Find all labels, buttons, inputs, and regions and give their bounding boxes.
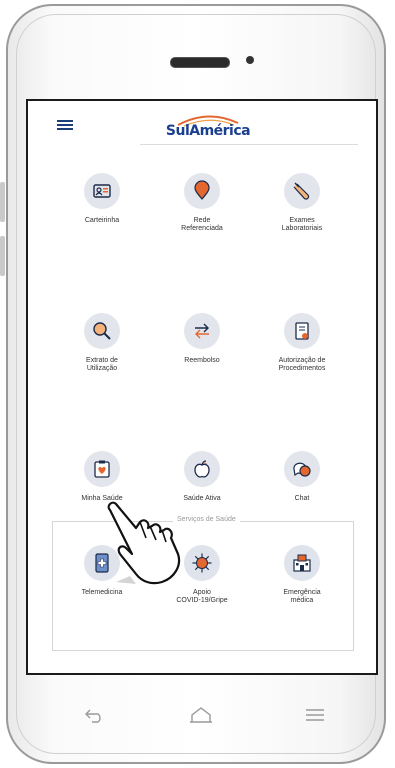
tile-label: Emergência médica — [283, 589, 321, 604]
exchange-arrows-icon — [184, 313, 220, 349]
tile-chat[interactable]: Chat — [252, 451, 352, 503]
tile-extrato-utilizacao[interactable]: Extrato de Utilização — [52, 313, 152, 373]
tile-autorizacao-procedimentos[interactable]: Autorização de Procedimentos — [252, 313, 352, 373]
chat-bubbles-icon — [284, 451, 320, 487]
tile-label: Rede Referenciada — [181, 217, 223, 232]
apple-icon — [184, 451, 220, 487]
tile-carteirinha[interactable]: Carteirinha — [52, 173, 152, 225]
speaker-grille — [170, 57, 230, 68]
test-tube-icon — [284, 173, 320, 209]
hamburger-menu-icon[interactable] — [57, 120, 73, 130]
tile-label: Carteirinha — [84, 217, 120, 224]
brand-logo: SulAmérica — [158, 111, 258, 141]
tile-label: Apoio COVID-19/Gripe — [176, 589, 228, 604]
tile-label: Autorização de Procedimentos — [278, 357, 326, 372]
clipboard-heart-icon — [84, 451, 120, 487]
brand-name: SulAmérica — [165, 123, 251, 139]
back-arrow-icon[interactable] — [84, 706, 106, 724]
hospital-icon — [284, 545, 320, 581]
tile-exames-laboratoriais[interactable]: Exames Laboratoriais — [252, 173, 352, 233]
volume-up-button — [0, 182, 5, 222]
tile-label: Reembolso — [184, 357, 220, 364]
header-divider — [140, 144, 358, 145]
tile-rede-referenciada[interactable]: Rede Referenciada — [152, 173, 252, 233]
tile-label: Exames Laboratoriais — [281, 217, 323, 232]
app-header: SulAmérica — [28, 101, 376, 147]
tile-label: Chat — [294, 495, 310, 502]
tile-saude-ativa[interactable]: Saúde Ativa — [152, 451, 252, 503]
android-nav-bar — [26, 690, 378, 740]
recents-icon[interactable] — [304, 708, 326, 722]
front-camera — [246, 56, 254, 64]
id-card-icon — [84, 173, 120, 209]
volume-down-button — [0, 236, 5, 276]
tile-label: Telemedicina — [81, 589, 123, 596]
document-check-icon — [284, 313, 320, 349]
hand-pointer-icon — [107, 501, 181, 585]
tile-emergencia-medica[interactable]: Emergência médica — [252, 545, 352, 605]
home-icon[interactable] — [188, 706, 214, 724]
magnifier-icon — [84, 313, 120, 349]
tile-reembolso[interactable]: Reembolso — [152, 313, 252, 365]
tile-label: Extrato de Utilização — [86, 357, 118, 372]
map-pin-icon — [184, 173, 220, 209]
virus-icon — [184, 545, 220, 581]
app-screen: SulAmérica Carteirinha Rede Referenciada… — [26, 99, 378, 675]
tile-minha-saude[interactable]: Minha Saúde — [52, 451, 152, 503]
